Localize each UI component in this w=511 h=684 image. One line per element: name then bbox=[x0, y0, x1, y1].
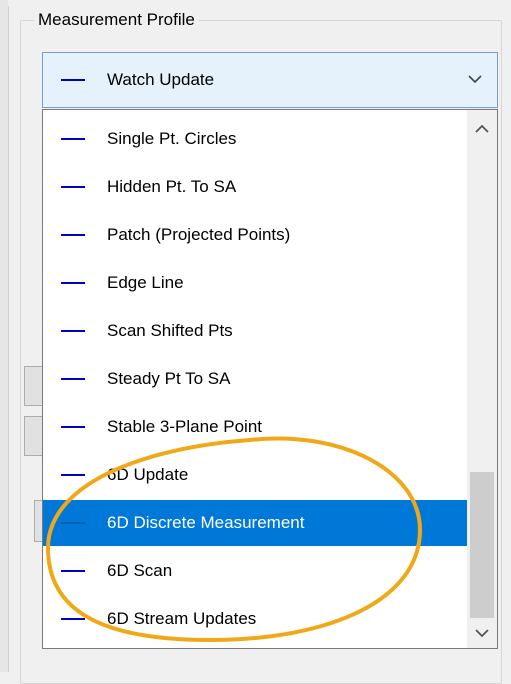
profile-line-icon bbox=[61, 522, 85, 524]
profile-line-icon bbox=[61, 330, 85, 332]
dropdown-item-label: Single Pt. Circles bbox=[107, 129, 237, 148]
profile-dropdown-list[interactable]: Single Pt. Circles Hidden Pt. To SA Patch … bbox=[42, 109, 498, 649]
profile-line-icon bbox=[61, 570, 85, 572]
profile-line-icon bbox=[61, 186, 85, 188]
chevron-up-icon[interactable] bbox=[467, 114, 497, 144]
profile-line-icon bbox=[61, 378, 85, 380]
group-title: Measurement Profile bbox=[34, 10, 199, 30]
dropdown-item-stable-3-plane-point[interactable]: Stable 3-Plane Point bbox=[43, 404, 467, 450]
dropdown-item-label: Edge Line bbox=[107, 273, 184, 292]
dropdown-item-label: 6D Discrete Measurement bbox=[107, 513, 305, 532]
dropdown-item-label: Stable 3-Plane Point bbox=[107, 417, 262, 436]
dropdown-item-6d-scan[interactable]: 6D Scan bbox=[43, 548, 467, 594]
vertical-scrollbar[interactable] bbox=[467, 110, 497, 648]
dropdown-item-edge-line[interactable]: Edge Line bbox=[43, 260, 467, 306]
dropdown-item-scan-shifted-pts[interactable]: Scan Shifted Pts bbox=[43, 308, 467, 354]
window-top-edge bbox=[8, 0, 511, 6]
profile-line-icon bbox=[61, 138, 85, 140]
chevron-down-icon[interactable] bbox=[467, 71, 483, 87]
dropdown-item-6d-discrete-measurement[interactable]: 6D Discrete Measurement bbox=[43, 500, 467, 546]
measurement-profile-combobox[interactable]: Watch Update bbox=[42, 52, 498, 108]
profile-line-icon bbox=[61, 426, 85, 428]
profile-line-icon bbox=[61, 234, 85, 236]
dropdown-item-steady-pt-to-sa[interactable]: Steady Pt To SA bbox=[43, 356, 467, 402]
window-left-edge bbox=[0, 0, 9, 672]
chevron-down-icon[interactable] bbox=[467, 618, 497, 648]
profile-line-icon bbox=[61, 282, 85, 284]
dropdown-item-6d-stream-updates[interactable]: 6D Stream Updates bbox=[43, 596, 467, 642]
dropdown-item-hidden-pt-to-sa[interactable]: Hidden Pt. To SA bbox=[43, 164, 467, 210]
profile-line-icon bbox=[61, 618, 85, 620]
scrollbar-thumb[interactable] bbox=[470, 472, 494, 618]
dropdown-item-6d-update[interactable]: 6D Update bbox=[43, 452, 467, 498]
dropdown-item-label: Hidden Pt. To SA bbox=[107, 177, 237, 196]
dropdown-item-single-pt-circles[interactable]: Single Pt. Circles bbox=[43, 116, 467, 162]
dropdown-item-label: 6D Update bbox=[107, 465, 189, 484]
dropdown-item-label: Scan Shifted Pts bbox=[107, 321, 233, 340]
combo-selected-label: Watch Update bbox=[107, 70, 215, 89]
profile-line-icon bbox=[61, 474, 85, 476]
profile-line-icon bbox=[61, 79, 85, 81]
dropdown-item-label: Patch (Projected Points) bbox=[107, 225, 291, 244]
dropdown-item-label: Steady Pt To SA bbox=[107, 369, 231, 388]
dropdown-item-label: 6D Scan bbox=[107, 561, 173, 580]
dropdown-item-label: 6D Stream Updates bbox=[107, 609, 257, 628]
dropdown-item-patch-projected-points[interactable]: Patch (Projected Points) bbox=[43, 212, 467, 258]
